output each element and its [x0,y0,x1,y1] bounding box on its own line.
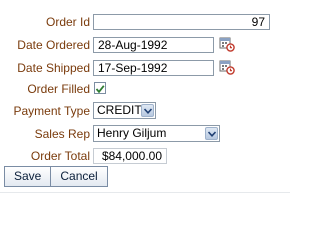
divider [0,192,290,193]
payment-type-select[interactable]: CREDIT [93,102,156,119]
date-shipped-label: Date Shipped [17,61,90,75]
checkmark-icon [95,85,105,94]
payment-type-label: Payment Type [13,104,91,118]
button-bar: Save Cancel [4,166,108,187]
order-total-label: Order Total [30,149,90,163]
sales-rep-select[interactable]: Henry Giljum [93,125,220,142]
sales-rep-value: Henry Giljum [97,126,167,140]
chevron-down-icon[interactable] [141,104,154,117]
order-id-field[interactable]: 97 [93,14,270,30]
cancel-button[interactable]: Cancel [51,166,108,187]
order-filled-checkbox[interactable] [94,82,106,94]
sales-rep-label: Sales Rep [34,127,90,141]
order-form: Order Id 97 Date Ordered 28-Aug-1992 Dat… [0,0,290,201]
calendar-icon[interactable] [219,36,235,52]
calendar-icon[interactable] [219,59,235,75]
date-ordered-label: Date Ordered [17,38,90,52]
save-button[interactable]: Save [4,166,52,187]
order-filled-label: Order Filled [27,82,90,96]
order-id-label: Order Id [45,15,90,29]
payment-type-value: CREDIT [97,103,142,117]
date-ordered-field[interactable]: 28-Aug-1992 [93,37,214,53]
chevron-down-icon[interactable] [205,127,218,140]
date-shipped-field[interactable]: 17-Sep-1992 [93,60,214,76]
order-total-value: $84,000.00 [93,148,167,164]
